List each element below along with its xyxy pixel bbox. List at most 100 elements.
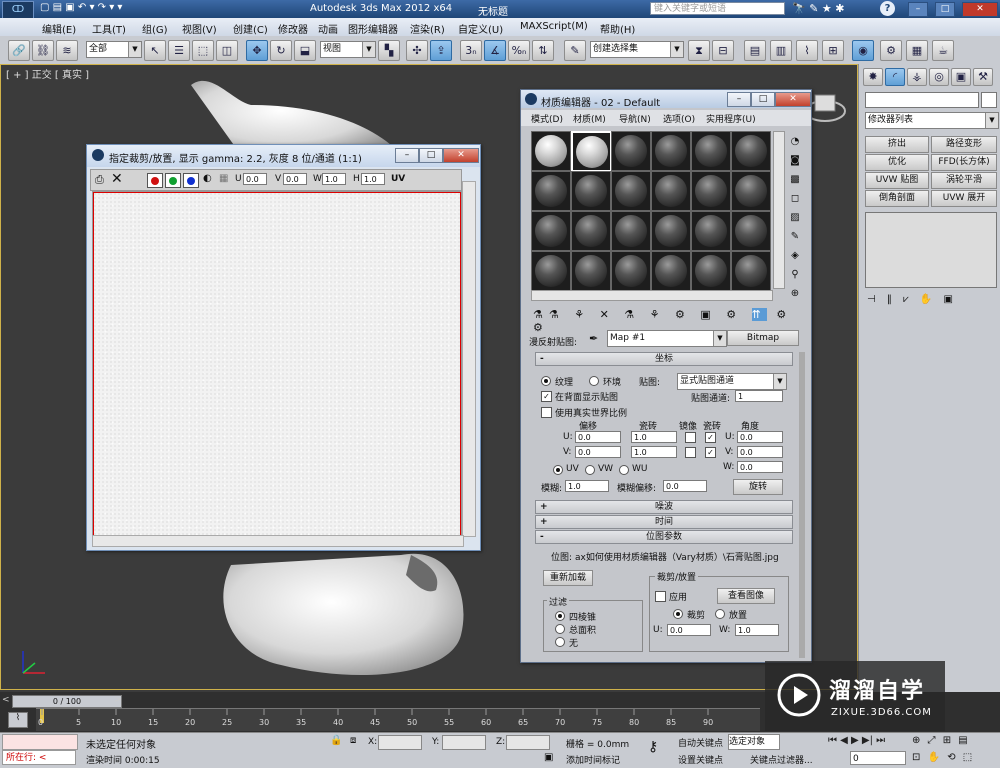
alpha-icon[interactable]: ▦: [219, 173, 228, 184]
sample-slot[interactable]: [651, 211, 691, 251]
print-icon[interactable]: ⎙: [95, 173, 104, 187]
apply-checkbox[interactable]: [655, 591, 666, 602]
modifier-bevelprofile-button[interactable]: 倒角剖面: [865, 190, 929, 207]
move-icon[interactable]: ✥: [246, 40, 268, 61]
map-type-button[interactable]: Bitmap: [727, 330, 799, 346]
mono-icon[interactable]: ◐: [203, 173, 212, 184]
z-coordinate-field[interactable]: [506, 735, 550, 750]
close-button[interactable]: ✕: [443, 148, 479, 163]
time-slider[interactable]: 0 / 100: [12, 695, 122, 708]
crop-rectangle[interactable]: [93, 192, 461, 536]
map-channel-spinner[interactable]: 1: [735, 390, 783, 402]
sample-slot[interactable]: [571, 251, 611, 291]
v-spinner[interactable]: 0.0: [283, 173, 307, 185]
menu-animation[interactable]: 动画: [318, 21, 338, 36]
sample-slot[interactable]: [691, 211, 731, 251]
menu-create[interactable]: 创建(C): [233, 21, 268, 36]
close-button[interactable]: ✕: [962, 2, 998, 17]
prev-frame-arrow-icon[interactable]: <: [2, 695, 10, 705]
material-editor-titlebar[interactable]: 材质编辑器 - 02 - Default – □ ✕: [521, 90, 811, 109]
menu-edit[interactable]: 编辑(E): [42, 21, 76, 36]
keyboard-shortcut-icon[interactable]: ⇪: [430, 40, 452, 61]
horizontal-scrollbar[interactable]: [92, 535, 464, 547]
w-angle-spinner[interactable]: 0.0: [737, 461, 783, 473]
menu-help[interactable]: 帮助(H): [600, 21, 635, 36]
modifier-optimize-button[interactable]: 优化: [865, 154, 929, 171]
key-icon[interactable]: ⚷: [648, 739, 658, 755]
sample-slot[interactable]: [731, 131, 771, 171]
v-angle-spinner[interactable]: 0.0: [737, 446, 783, 458]
close-button[interactable]: ✕: [775, 92, 811, 107]
align-icon[interactable]: ⊟: [712, 40, 734, 61]
slots-horizontal-scrollbar[interactable]: [531, 290, 773, 301]
show-back-checkbox[interactable]: ✓: [541, 391, 552, 402]
red-channel-button[interactable]: [147, 173, 163, 188]
menu-tools[interactable]: 工具(T): [92, 21, 126, 36]
place-radio[interactable]: [715, 609, 725, 619]
v-offset-spinner[interactable]: 0.0: [575, 446, 621, 458]
minimize-button[interactable]: –: [908, 2, 928, 17]
bitmap-params-rollout-header[interactable]: - 位图参数: [535, 530, 793, 544]
time-tag-icon[interactable]: ▣: [544, 752, 553, 763]
u-mirror-checkbox[interactable]: [685, 432, 696, 443]
green-channel-button[interactable]: [165, 173, 181, 188]
sample-slot[interactable]: [531, 251, 571, 291]
modifier-list-dropdown[interactable]: 修改器列表 ▼: [865, 112, 999, 129]
u-spinner[interactable]: 0.0: [243, 173, 267, 185]
render-production-icon[interactable]: ☕: [932, 40, 954, 61]
menu-modifiers[interactable]: 修改器: [278, 21, 308, 36]
texture-radio[interactable]: [541, 376, 551, 386]
wu-radio[interactable]: [619, 465, 629, 475]
none-radio[interactable]: [555, 637, 565, 647]
viewport-label[interactable]: [ + ] 正交 [ 真实 ]: [6, 66, 89, 81]
menu-material[interactable]: 材质(M): [573, 112, 606, 125]
sample-slot[interactable]: [651, 131, 691, 171]
blur-spinner[interactable]: 1.0: [565, 480, 609, 492]
minimize-button[interactable]: –: [395, 148, 419, 163]
map-name-dropdown[interactable]: Map #1 ▼: [607, 330, 727, 347]
link-icon[interactable]: 🔗: [8, 40, 30, 61]
named-selection-dropdown[interactable]: 创建选择集 ▼: [590, 41, 684, 58]
sample-slot[interactable]: [531, 171, 571, 211]
mapping-dropdown[interactable]: 显式贴图通道 ▼: [677, 373, 787, 390]
curve-editor-icon[interactable]: ⌇: [796, 40, 818, 61]
schematic-view-icon[interactable]: ⊞: [822, 40, 844, 61]
uv-toggle[interactable]: UV: [391, 174, 405, 184]
u-tiling-spinner[interactable]: 1.0: [631, 431, 677, 443]
u-angle-spinner[interactable]: 0.0: [737, 431, 783, 443]
blur-offset-spinner[interactable]: 0.0: [663, 480, 707, 492]
y-coordinate-field[interactable]: [442, 735, 486, 750]
sample-slot[interactable]: [611, 171, 651, 211]
next-frame-arrow-icon[interactable]: >: [114, 695, 122, 705]
object-color-swatch[interactable]: [981, 92, 997, 108]
track-bar[interactable]: 0 5 10 15 20 25 30 35 40 45 50 55 60 65 …: [36, 708, 760, 731]
sample-slot[interactable]: [611, 131, 651, 171]
select-by-name-icon[interactable]: ☰: [168, 40, 190, 61]
sample-slot[interactable]: [731, 211, 771, 251]
sample-slot[interactable]: [611, 251, 651, 291]
menu-maxscript[interactable]: MAXScript(M): [520, 21, 588, 32]
modifier-ffd-button[interactable]: FFD(长方体): [931, 154, 997, 171]
modify-tab-icon[interactable]: ◜: [885, 68, 905, 86]
slots-vertical-scrollbar[interactable]: [773, 131, 785, 289]
create-tab-icon[interactable]: ✸: [863, 68, 883, 86]
modifier-pathdeform-button[interactable]: 路径变形: [931, 136, 997, 153]
modifier-unwrapuvw-button[interactable]: UVW 展开: [931, 190, 997, 207]
mirror-icon[interactable]: ⧗: [688, 40, 710, 61]
stack-tool-icons[interactable]: ⊣ ‖ ⩗ ✋ ▣: [867, 294, 957, 305]
render-setup-icon[interactable]: ⚙: [880, 40, 902, 61]
layer-manager-icon[interactable]: ▤: [744, 40, 766, 61]
modifier-turbosmooth-button[interactable]: 涡轮平滑: [931, 172, 997, 189]
real-world-checkbox[interactable]: [541, 407, 552, 418]
snap-3d-icon[interactable]: 3ₙ: [460, 40, 482, 61]
sample-slot[interactable]: [531, 131, 571, 171]
quick-access-icons[interactable]: ▢ ▤ ▣ ↶ ▾ ↷ ▾ ▾: [40, 2, 122, 13]
noise-rollout-header[interactable]: + 噪波: [535, 500, 793, 514]
unlink-icon[interactable]: ⛓: [32, 40, 54, 61]
h-spinner[interactable]: 1.0: [361, 173, 385, 185]
modifier-extrude-button[interactable]: 挤出: [865, 136, 929, 153]
crop-u-spinner[interactable]: 0.0: [667, 624, 711, 636]
time-rollout-header[interactable]: + 时间: [535, 515, 793, 529]
infocenter-icons[interactable]: 🔭 ✎ ★ ✱: [792, 2, 844, 15]
rendered-frame-icon[interactable]: ▦: [906, 40, 928, 61]
